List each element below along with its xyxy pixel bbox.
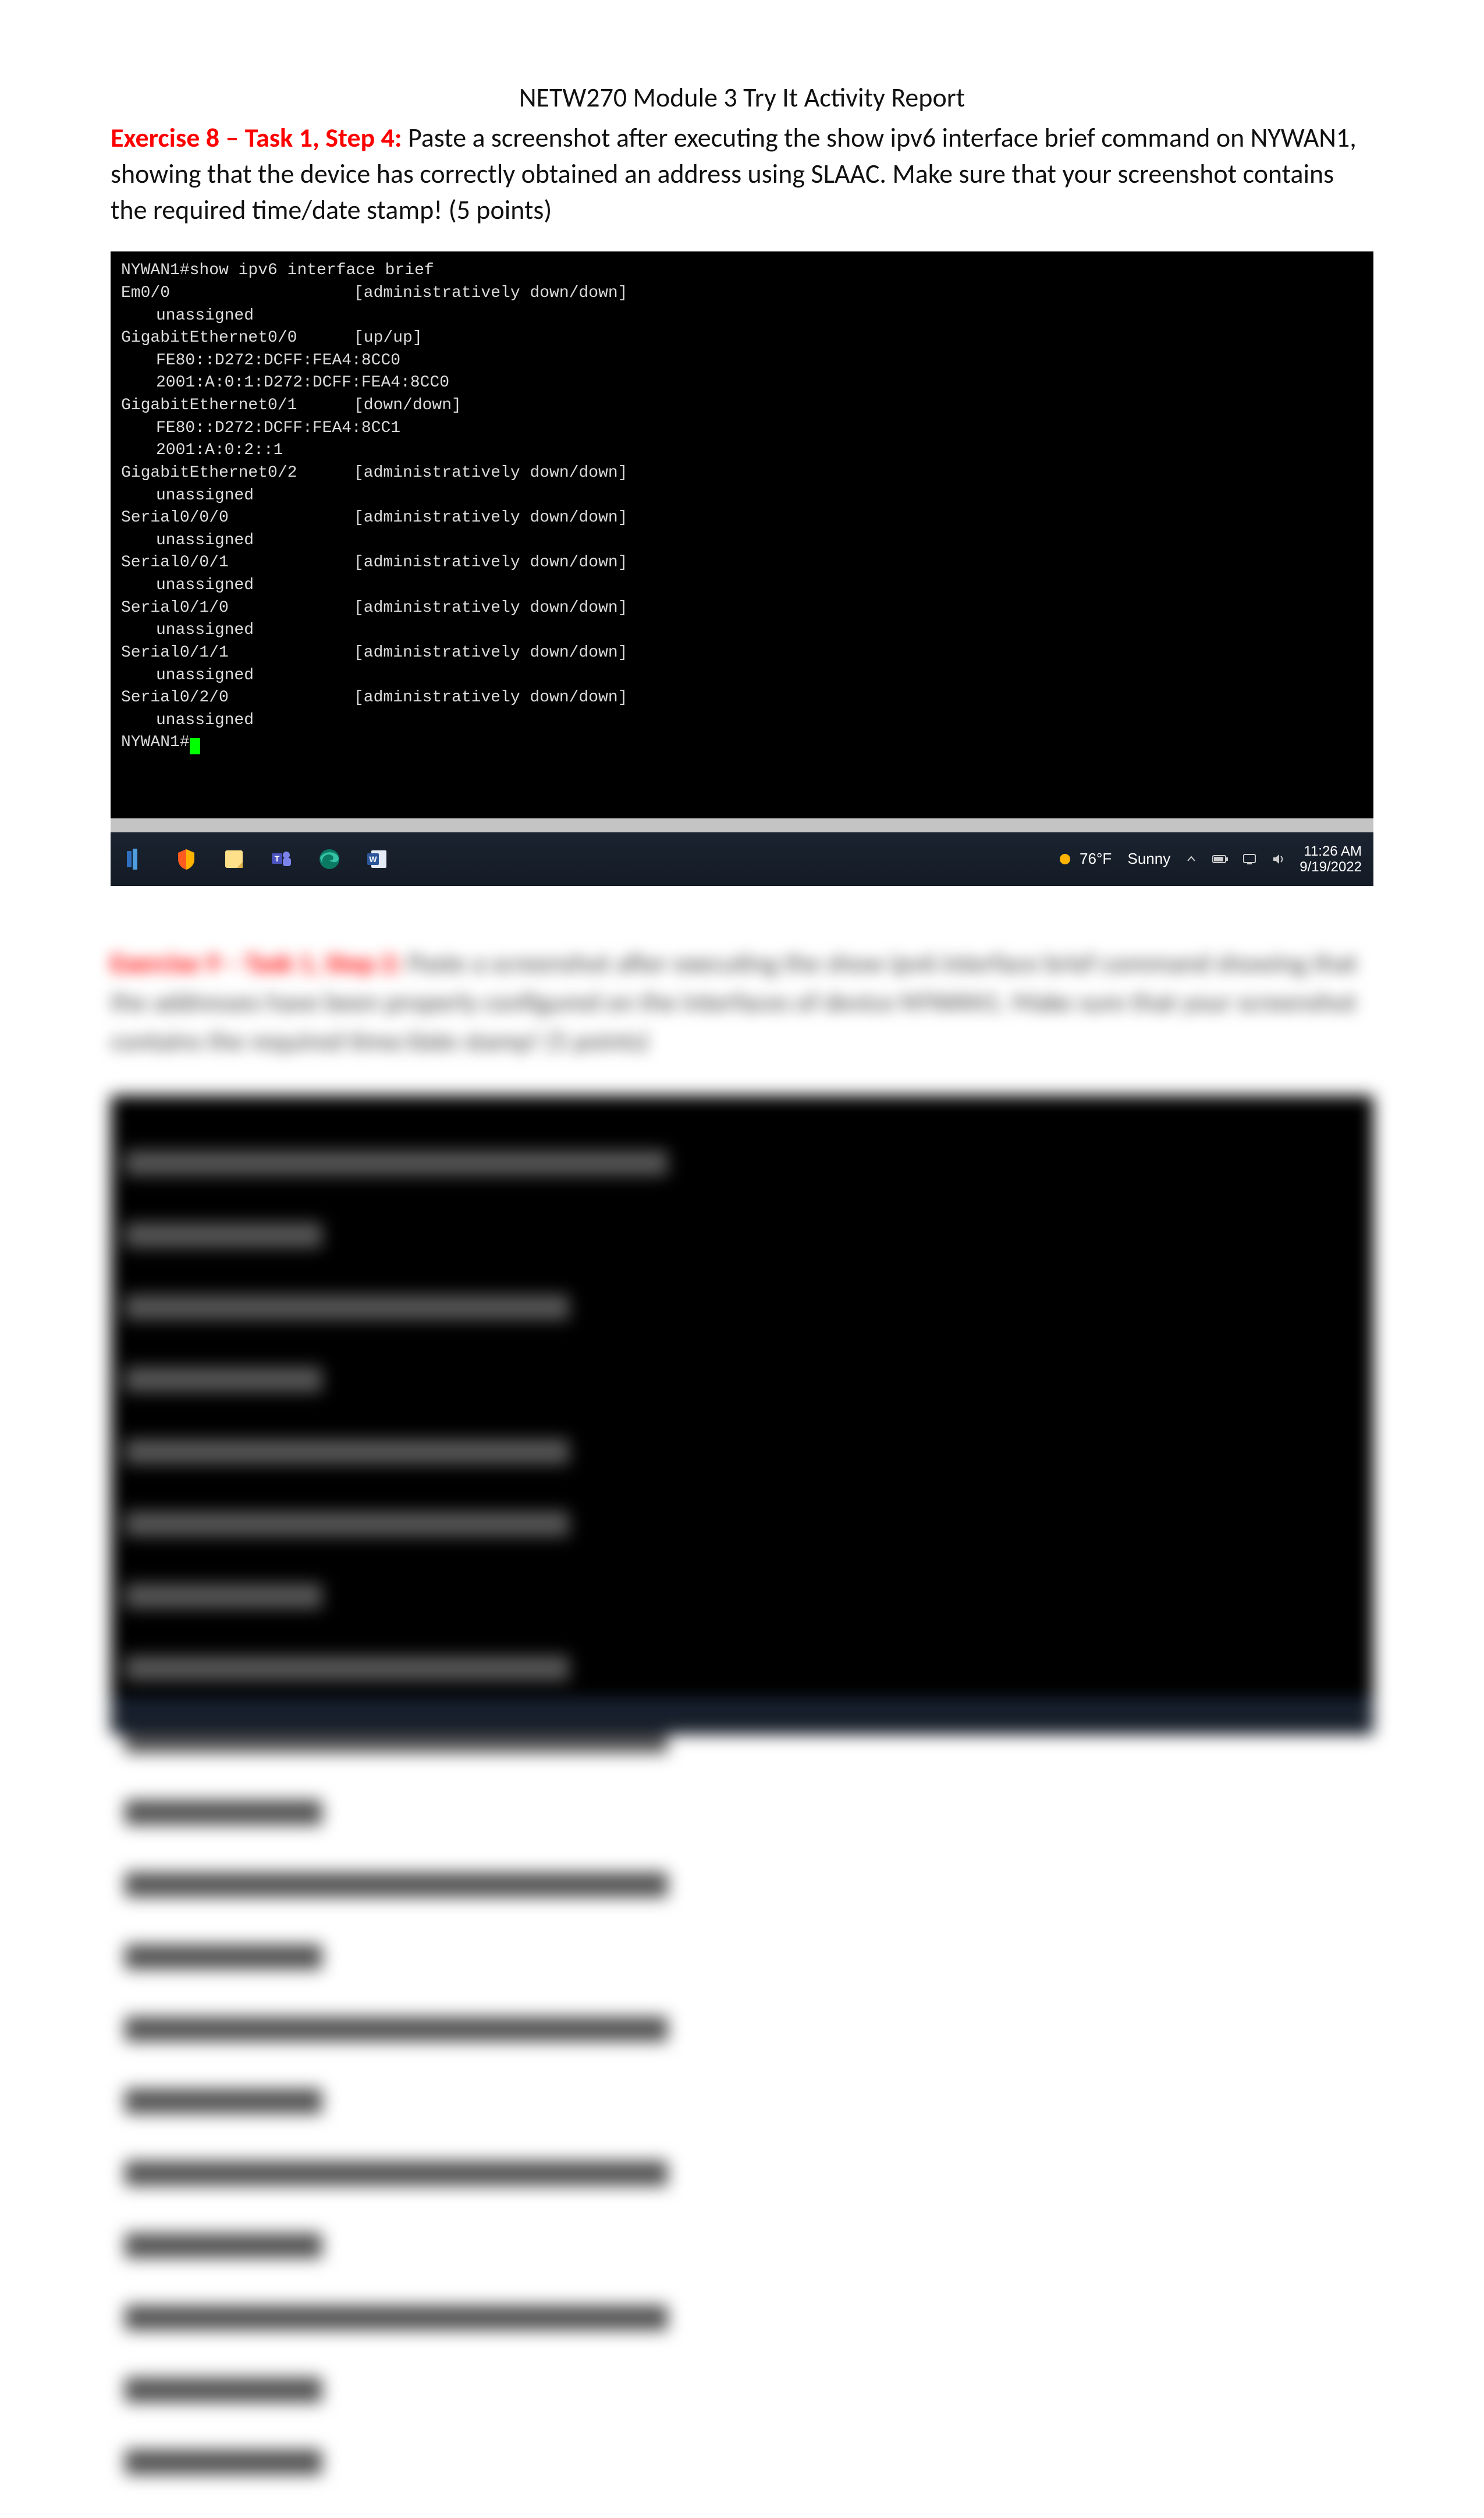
- page-title: NETW270 Module 3 Try It Activity Report: [111, 81, 1373, 114]
- security-shield-icon[interactable]: [172, 845, 200, 873]
- terminal-output: NYWAN1#show ipv6 interface briefEm0/0[ad…: [121, 260, 1363, 795]
- word-icon[interactable]: W: [363, 845, 391, 873]
- terminal-blank-area: [121, 795, 1363, 818]
- terminal-output-blurred: [111, 1095, 1373, 1701]
- tray-chevron-up-icon[interactable]: [1183, 851, 1199, 867]
- taskbar-left: T W: [111, 845, 391, 873]
- document-page: NETW270 Module 3 Try It Activity Report …: [0, 0, 1484, 1921]
- svg-text:W: W: [369, 854, 377, 864]
- exercise8-prompt: Exercise 8 – Task 1, Step 4: Paste a scr…: [111, 120, 1373, 228]
- taskbar-right: 76°F Sunny 11:26 AM 9/19/2022: [1056, 843, 1362, 875]
- exercise9-prompt-blurred: Exercise 9 – Task 1, Step 2: Paste a scr…: [111, 944, 1373, 1061]
- weather-widget[interactable]: 76°F Sunny: [1056, 845, 1170, 873]
- exercise9-label: Exercise 9 – Task 1, Step 2:: [111, 947, 402, 980]
- windows-taskbar[interactable]: T W 76°F Sunny: [111, 832, 1373, 886]
- taskbar-clock[interactable]: 11:26 AM 9/19/2022: [1300, 843, 1362, 875]
- volume-icon[interactable]: [1270, 851, 1287, 867]
- weather-cond: Sunny: [1127, 849, 1170, 870]
- edge-browser-icon[interactable]: [315, 845, 343, 873]
- taskbar-date: 9/19/2022: [1300, 859, 1362, 875]
- window-divider: [111, 818, 1373, 832]
- taskbar-time: 11:26 AM: [1300, 843, 1362, 860]
- taskbar-blurred: [111, 1700, 1373, 1735]
- taskbar-start-edge-icon[interactable]: [125, 845, 152, 873]
- sticky-notes-icon[interactable]: [220, 845, 248, 873]
- network-icon[interactable]: [1241, 851, 1258, 867]
- weather-temp: 76°F: [1080, 849, 1112, 870]
- exercise8-label: Exercise 8 – Task 1, Step 4:: [111, 122, 402, 154]
- teams-icon[interactable]: T: [268, 845, 296, 873]
- screenshot2-blurred: [111, 1095, 1373, 1735]
- svg-text:T: T: [275, 854, 280, 863]
- nywan1-screenshot: NYWAN1#show ipv6 interface briefEm0/0[ad…: [111, 251, 1373, 886]
- battery-icon[interactable]: [1212, 851, 1229, 867]
